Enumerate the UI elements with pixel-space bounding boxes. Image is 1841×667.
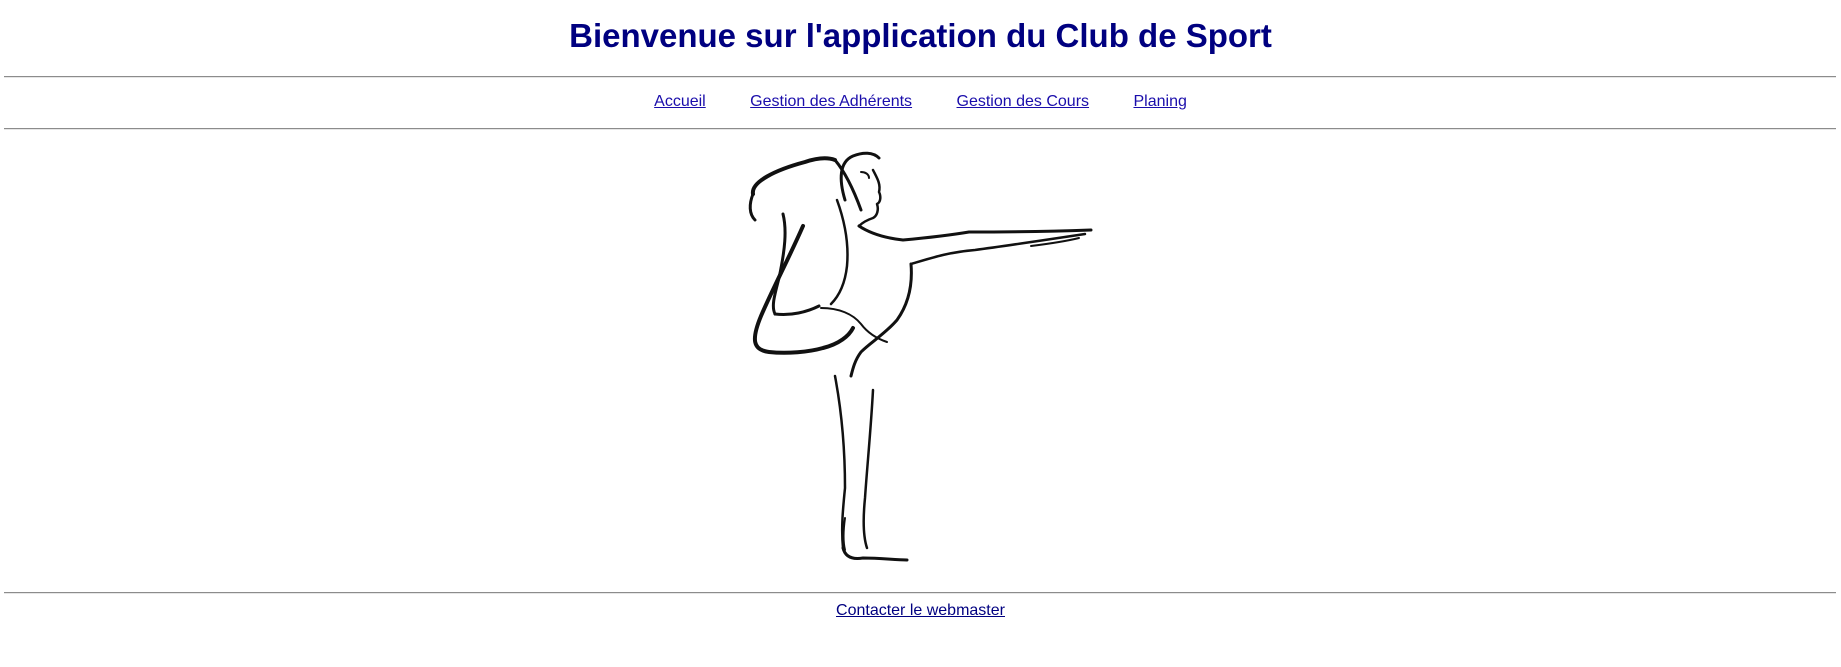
main-nav: Accueil Gestion des Adhérents Gestion de… — [0, 92, 1841, 112]
contact-webmaster-link[interactable]: Contacter le webmaster — [836, 602, 1005, 619]
nav-link-planing[interactable]: Planing — [1133, 93, 1186, 110]
nav-link-gestion-adherents[interactable]: Gestion des Adhérents — [750, 93, 912, 110]
page-title: Bienvenue sur l'application du Club de S… — [569, 17, 1272, 54]
yoga-figure-illustration — [735, 148, 1100, 566]
header-divider — [4, 76, 1836, 78]
footer: Contacter le webmaster — [0, 601, 1841, 621]
nav-link-accueil[interactable]: Accueil — [654, 93, 706, 110]
nav-divider — [4, 128, 1836, 130]
footer-divider — [4, 592, 1836, 594]
nav-link-gestion-cours[interactable]: Gestion des Cours — [957, 93, 1090, 110]
